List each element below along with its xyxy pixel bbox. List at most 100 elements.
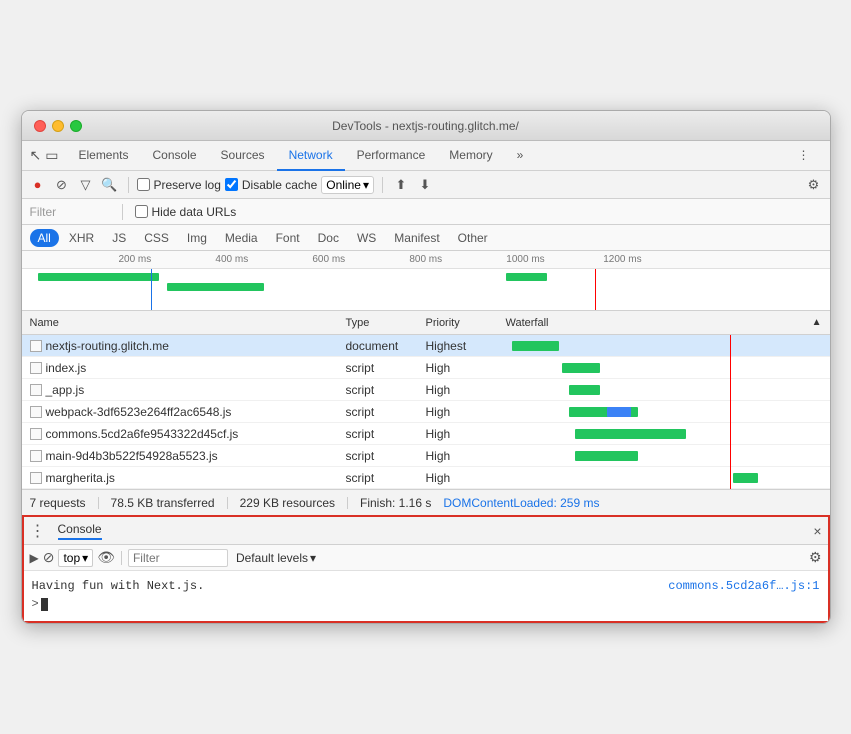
cell-priority: High xyxy=(426,361,506,375)
console-block-button[interactable]: ⊘ xyxy=(43,549,55,566)
type-tab-all[interactable]: All xyxy=(30,229,59,247)
table-row[interactable]: main-9d4b3b522f54928a5523.jsscriptHigh xyxy=(22,445,830,467)
upload-button[interactable]: ⬆ xyxy=(391,175,411,195)
divider2 xyxy=(382,177,383,193)
hide-urls-checkbox[interactable] xyxy=(135,205,148,218)
search-button[interactable]: 🔍 xyxy=(100,175,120,195)
cell-name: _app.js xyxy=(30,383,346,397)
type-tab-xhr[interactable]: XHR xyxy=(61,229,102,247)
tab-sources[interactable]: Sources xyxy=(209,141,277,171)
cell-waterfall xyxy=(506,445,822,467)
waterfall-bar xyxy=(575,451,638,461)
filter-button[interactable]: ▽ xyxy=(76,175,96,195)
col-priority[interactable]: Priority xyxy=(426,317,506,329)
table-row[interactable]: commons.5cd2a6fe9543322d45cf.jsscriptHig… xyxy=(22,423,830,445)
preserve-log-label[interactable]: Preserve log xyxy=(137,178,221,192)
waterfall-redline xyxy=(730,423,731,445)
cell-name: commons.5cd2a6fe9543322d45cf.js xyxy=(30,427,346,441)
minimize-button[interactable] xyxy=(52,120,64,132)
disable-cache-label[interactable]: Disable cache xyxy=(225,178,317,192)
table-row[interactable]: margherita.jsscriptHigh xyxy=(22,467,830,489)
table-header: Name Type Priority Waterfall ▲ xyxy=(22,311,830,335)
context-selector[interactable]: top ▾ xyxy=(58,549,93,567)
divider xyxy=(98,497,99,509)
col-waterfall[interactable]: Waterfall ▲ xyxy=(506,317,822,329)
cell-type: script xyxy=(346,449,426,463)
console-message-text: Having fun with Next.js. xyxy=(32,577,205,595)
cell-name: index.js xyxy=(30,361,346,375)
type-tab-media[interactable]: Media xyxy=(217,229,266,247)
tab-menu[interactable]: ⋮ xyxy=(786,141,822,171)
waterfall-bar xyxy=(562,363,600,373)
table-row[interactable]: webpack-3df6523e264ff2ac6548.jsscriptHig… xyxy=(22,401,830,423)
console-settings-button[interactable]: ⚙ xyxy=(809,549,822,566)
type-tab-img[interactable]: Img xyxy=(179,229,215,247)
cell-name: nextjs-routing.glitch.me xyxy=(30,339,346,353)
col-type[interactable]: Type xyxy=(346,317,426,329)
toolbar-divider xyxy=(121,551,122,565)
type-tab-manifest[interactable]: Manifest xyxy=(386,229,447,247)
table-row[interactable]: index.jsscriptHigh xyxy=(22,357,830,379)
type-tab-ws[interactable]: WS xyxy=(349,229,384,247)
cell-priority: High xyxy=(426,471,506,485)
console-close-button[interactable]: × xyxy=(813,523,821,539)
close-button[interactable] xyxy=(34,120,46,132)
file-icon xyxy=(30,450,42,462)
cursor-icon[interactable]: ↖ xyxy=(30,147,42,164)
tab-console[interactable]: Console xyxy=(141,141,209,171)
waterfall-redline xyxy=(730,445,731,467)
file-icon xyxy=(30,340,42,352)
device-icon[interactable]: ▭ xyxy=(45,147,58,164)
cell-type: script xyxy=(346,471,426,485)
waterfall-bar xyxy=(569,385,601,395)
console-eye-button[interactable]: 👁 xyxy=(97,549,115,566)
console-dots-menu[interactable]: ⋮ xyxy=(30,521,46,541)
cell-type: script xyxy=(346,361,426,375)
preserve-log-checkbox[interactable] xyxy=(137,178,150,191)
chevron-down-icon: ▾ xyxy=(82,551,88,565)
type-tab-js[interactable]: JS xyxy=(104,229,134,247)
throttle-select[interactable]: Online ▾ xyxy=(321,176,374,194)
settings-button[interactable]: ⚙ xyxy=(804,175,824,195)
default-levels-select[interactable]: Default levels ▾ xyxy=(236,551,316,565)
window-title: DevTools - nextjs-routing.glitch.me/ xyxy=(332,119,519,133)
transferred-size: 78.5 KB transferred xyxy=(111,496,215,510)
waterfall-bar-blue xyxy=(607,407,631,417)
vertical-red-line xyxy=(595,269,596,310)
waterfall-redline xyxy=(730,379,731,401)
table-row[interactable]: nextjs-routing.glitch.medocumentHighest xyxy=(22,335,830,357)
tab-more[interactable]: » xyxy=(505,141,536,171)
tab-memory[interactable]: Memory xyxy=(437,141,504,171)
divider xyxy=(128,177,129,193)
cell-waterfall xyxy=(506,379,822,401)
maximize-button[interactable] xyxy=(70,120,82,132)
type-tab-font[interactable]: Font xyxy=(268,229,308,247)
type-tab-css[interactable]: CSS xyxy=(136,229,177,247)
console-source-link[interactable]: commons.5cd2a6f….js:1 xyxy=(668,579,819,593)
clear-button[interactable]: ⊘ xyxy=(52,175,72,195)
cell-type: script xyxy=(346,383,426,397)
col-name[interactable]: Name xyxy=(30,317,346,329)
vertical-blue-line xyxy=(151,269,152,310)
type-tab-other[interactable]: Other xyxy=(450,229,496,247)
hide-urls-label[interactable]: Hide data URLs xyxy=(135,205,237,219)
filter-divider xyxy=(122,204,123,220)
cell-type: document xyxy=(346,339,426,353)
tab-elements[interactable]: Elements xyxy=(66,141,140,171)
type-tab-doc[interactable]: Doc xyxy=(310,229,347,247)
console-filter-input[interactable] xyxy=(128,549,228,567)
tick-200ms: 200 ms xyxy=(118,254,151,265)
tab-network[interactable]: Network xyxy=(277,141,345,171)
table-row[interactable]: _app.jsscriptHigh xyxy=(22,379,830,401)
filter-input[interactable] xyxy=(30,205,110,219)
disable-cache-checkbox[interactable] xyxy=(225,178,238,191)
console-panel: ⋮ Console × ▶ ⊘ top ▾ 👁 Default levels ▾… xyxy=(22,515,830,623)
record-button[interactable]: ● xyxy=(28,175,48,195)
cell-waterfall xyxy=(506,467,822,489)
download-button[interactable]: ⬇ xyxy=(415,175,435,195)
file-icon xyxy=(30,362,42,374)
console-message-row: Having fun with Next.js. commons.5cd2a6f… xyxy=(32,577,820,595)
tab-performance[interactable]: Performance xyxy=(345,141,438,171)
waterfall-bar xyxy=(512,341,559,351)
console-play-button[interactable]: ▶ xyxy=(30,551,39,565)
